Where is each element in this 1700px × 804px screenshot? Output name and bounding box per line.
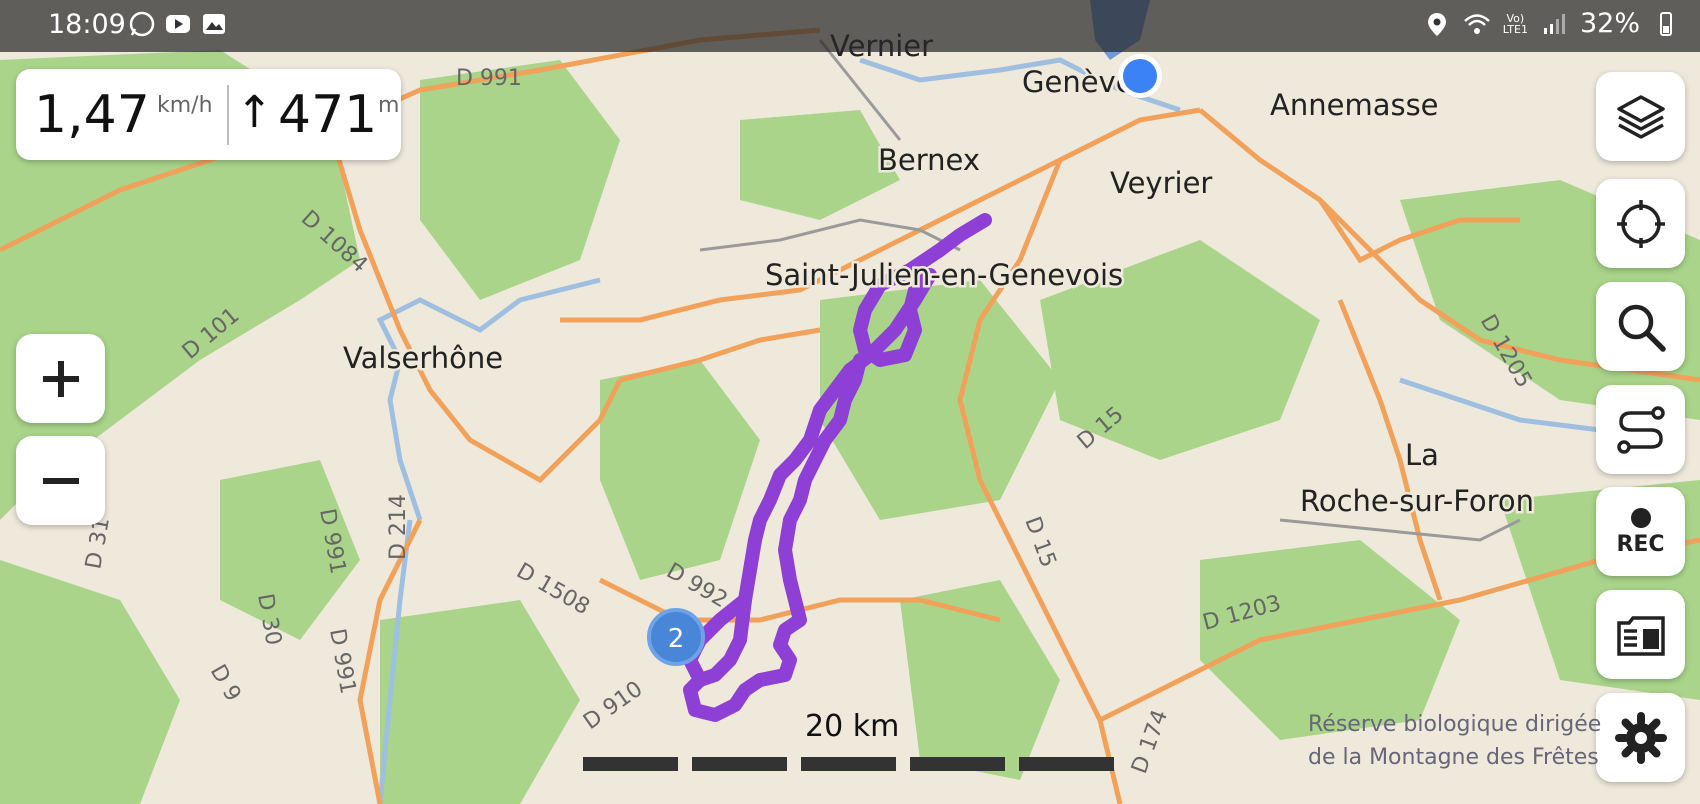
whatsapp-icon	[129, 11, 155, 37]
place-label: La	[1405, 438, 1439, 472]
road-label: D 991	[456, 66, 522, 91]
plus-icon	[42, 360, 79, 397]
reserve-line2: de la Montagne des Frêtes	[1308, 745, 1599, 770]
network-indicator: Vo) LTE1	[1502, 11, 1528, 36]
place-label: Saint-Julien-en-Genevois	[765, 258, 1123, 292]
scale-label: 20 km	[805, 709, 900, 744]
place-label: Bernex	[878, 143, 980, 177]
panel-divider	[227, 85, 229, 145]
scale-segment	[1019, 757, 1114, 771]
route-icon	[1616, 405, 1665, 454]
scale-segment	[801, 757, 896, 771]
settings-button[interactable]	[1596, 693, 1685, 782]
record-content: REC	[1616, 506, 1665, 557]
place-label: Valserhône	[343, 341, 503, 375]
my-location-button[interactable]	[1596, 179, 1685, 268]
map-download-icon	[1616, 615, 1665, 656]
location-icon	[1427, 12, 1446, 36]
place-label: Veyrier	[1110, 166, 1212, 200]
status-time: 18:09	[48, 9, 126, 40]
altitude-unit: m	[378, 93, 400, 118]
layers-button[interactable]	[1596, 72, 1685, 161]
battery-icon	[1660, 11, 1672, 36]
altitude-value: 471	[278, 85, 378, 145]
place-label: Genève	[1022, 65, 1134, 99]
gallery-icon	[203, 14, 225, 34]
signal-icon	[1543, 13, 1565, 34]
speed-value: 1,47	[34, 85, 150, 145]
gear-icon	[1614, 711, 1667, 764]
record-icon	[1630, 508, 1651, 528]
status-right: Vo) LTE1 32%	[1423, 8, 1680, 39]
reserve-line1: Réserve biologique dirigée	[1308, 712, 1602, 737]
scale-segment	[910, 757, 1005, 771]
offline-maps-button[interactable]	[1596, 590, 1685, 679]
minus-icon	[42, 477, 79, 484]
scale-segment	[692, 757, 787, 771]
place-label: Annemasse	[1270, 88, 1439, 122]
search-button[interactable]	[1596, 282, 1685, 371]
locate-icon	[1616, 199, 1665, 248]
speed-altitude-panel[interactable]: 1,47 km/h ↑ 471 m	[16, 69, 401, 160]
altitude-arrow-icon: ↑	[236, 87, 273, 138]
layers-icon	[1616, 94, 1665, 139]
youtube-icon	[166, 15, 190, 33]
speed-unit: km/h	[157, 93, 213, 118]
status-bar: 18:09 Vo) LTE1 32%	[0, 0, 1700, 52]
zoom-out-button[interactable]	[16, 436, 105, 525]
zoom-in-button[interactable]	[16, 334, 105, 423]
route-button[interactable]	[1596, 385, 1685, 474]
reserve-label: Réserve biologique dirigée de la Montagn…	[1308, 708, 1601, 774]
scale-bar	[583, 757, 1118, 773]
cluster-count: 2	[668, 624, 685, 654]
battery-percent: 32%	[1579, 8, 1640, 39]
road-label: D 214	[386, 494, 411, 560]
current-location-dot	[1123, 59, 1157, 93]
status-app-icons	[128, 10, 228, 38]
record-label: REC	[1616, 532, 1665, 557]
record-button[interactable]: REC	[1596, 487, 1685, 576]
wifi-icon	[1463, 13, 1490, 34]
place-label: Roche-sur-Foron	[1300, 484, 1534, 518]
search-icon	[1618, 304, 1666, 352]
scale-segment	[583, 757, 678, 771]
